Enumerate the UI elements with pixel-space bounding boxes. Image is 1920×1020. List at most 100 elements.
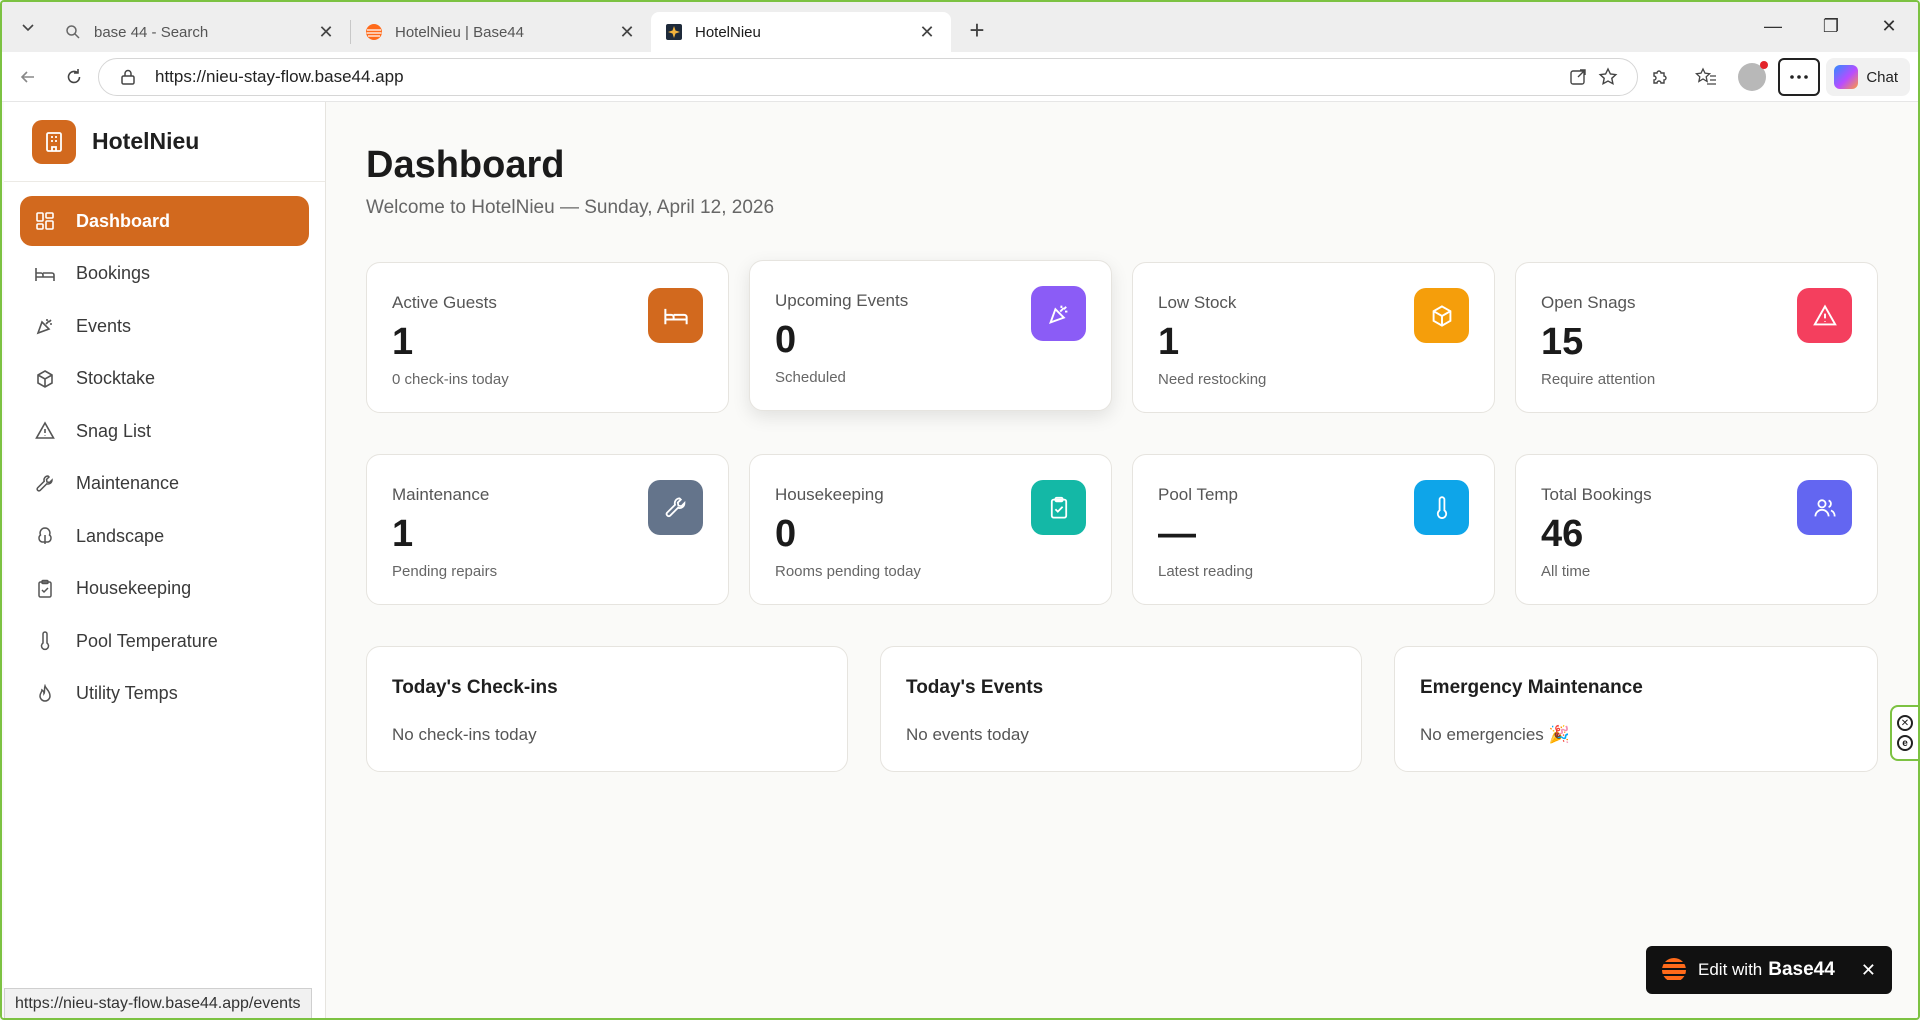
tab-close-button[interactable]: ✕ [917,22,937,42]
stat-note: 0 check-ins today [392,371,509,388]
sidebar: HotelNieu Dashboard Bookings Events Stoc… [4,102,326,1018]
stat-note: Rooms pending today [775,563,921,580]
bed-icon [34,263,56,285]
reload-button[interactable] [54,57,94,97]
dashboard-icon [34,210,56,232]
copilot-chat-button[interactable]: Chat [1826,58,1910,96]
address-bar[interactable]: https://nieu-stay-flow.base44.app [98,58,1638,96]
back-button[interactable] [8,57,48,97]
edit-with-base44-badge[interactable]: Edit with Base44 ✕ [1646,946,1892,994]
sidebar-item-landscape[interactable]: Landscape [20,511,309,561]
browser-window: base 44 - Search ✕ HotelNieu | Base44 ✕ … [0,0,1920,1020]
site-info-icon[interactable] [113,62,143,92]
stat-title: Maintenance [392,485,490,504]
restore-button[interactable]: ❐ [1802,2,1860,50]
tab-label: HotelNieu [695,23,761,41]
profile-button[interactable] [1732,58,1772,96]
stat-card-total-bookings[interactable]: Total Bookings 46 All time [1515,454,1878,605]
tab-list-dropdown[interactable] [6,6,50,48]
page-subtitle: Welcome to HotelNieu — Sunday, April 12,… [366,197,775,218]
close-circle-icon[interactable]: ✕ [1897,715,1913,731]
thermometer-icon [1414,480,1469,535]
panel-title: Emergency Maintenance [1420,677,1643,698]
sidebar-item-bookings[interactable]: Bookings [20,249,309,299]
favorites-button[interactable] [1686,58,1726,96]
sidebar-item-label: Stocktake [76,368,156,388]
sidebar-item-label: Dashboard [76,210,171,231]
sidebar-item-snag-list[interactable]: Snag List [20,406,309,456]
stat-value: 46 [1541,513,1584,555]
toolbar-right: Chat [1640,58,1910,96]
base44-logo-icon [1662,958,1686,982]
arrow-left-icon [20,70,34,83]
edge-icon[interactable]: e [1897,735,1913,751]
stat-value: 0 [775,513,797,555]
alert-triangle-icon [1797,288,1852,343]
stat-card-housekeeping[interactable]: Housekeeping 0 Rooms pending today [749,454,1112,605]
sidebar-item-label: Pool Temperature [76,630,218,651]
panel-title: Today's Events [906,677,1044,698]
sidebar-item-label: Landscape [76,525,165,546]
open-in-app-icon[interactable] [1563,62,1593,92]
edit-badge-text: Edit with [1698,960,1763,979]
tab-hotelnieu[interactable]: HotelNieu ✕ [651,12,951,52]
sidebar-item-label: Maintenance [76,473,180,493]
tab-label: HotelNieu | Base44 [395,23,524,41]
reload-icon [67,68,81,83]
puzzle-icon [1653,70,1667,84]
browser-toolbar: https://nieu-stay-flow.base44.app Chat [2,52,1918,102]
stat-note: Require attention [1541,371,1656,388]
sidebar-item-housekeeping[interactable]: Housekeeping [20,564,309,614]
bed-icon [648,288,703,343]
stat-note: Pending repairs [392,563,498,580]
close-window-button[interactable]: ✕ [1860,2,1918,50]
edit-badge-brand: Base44 [1768,959,1835,980]
stat-card-upcoming-events[interactable]: Upcoming Events 0 Scheduled [749,260,1112,411]
sidebar-item-events[interactable]: Events [20,301,309,351]
clipboard-check-icon [34,578,56,600]
new-tab-button[interactable]: + [959,12,995,48]
sidebar-item-dashboard[interactable]: Dashboard [20,196,309,246]
tab-close-button[interactable]: ✕ [316,22,336,42]
stat-card-pool-temp[interactable]: Pool Temp — Latest reading [1132,454,1495,605]
stat-card-low-stock[interactable]: Low Stock 1 Need restocking [1132,262,1495,413]
chat-label: Chat [1866,68,1898,86]
minimize-button[interactable]: — [1744,2,1802,50]
app-root: HotelNieu Dashboard Bookings Events Stoc… [2,102,1918,1018]
avatar [1738,61,1769,91]
favorite-star-icon[interactable] [1593,62,1623,92]
search-icon [64,23,82,41]
side-widget[interactable]: ✕ e [1890,705,1918,761]
stat-card-active-guests[interactable]: Active Guests 1 0 check-ins today [366,262,729,413]
edit-badge-close-button[interactable]: ✕ [1861,960,1876,981]
tab-base44[interactable]: HotelNieu | Base44 ✕ [351,12,651,52]
panel-empty-text: No events today [906,725,1029,744]
sidebar-item-pool-temperature[interactable]: Pool Temperature [20,616,309,666]
tab-strip: base 44 - Search ✕ HotelNieu | Base44 ✕ … [2,2,1918,52]
hotel-building-icon [32,119,76,164]
more-menu-button[interactable] [1778,58,1821,96]
users-icon [1797,480,1852,535]
sidebar-item-stocktake[interactable]: Stocktake [20,354,309,404]
tab-label: base 44 - Search [94,23,209,41]
tab-search[interactable]: base 44 - Search ✕ [50,12,350,52]
clipboard-check-icon [1031,480,1086,535]
sidebar-nav: Dashboard Bookings Events Stocktake Snag… [4,182,325,735]
extensions-button[interactable] [1640,58,1680,96]
tab-close-button[interactable]: ✕ [617,22,637,42]
flame-icon [34,683,56,705]
tree-icon [34,525,56,547]
party-popper-icon [1031,286,1086,341]
panel-empty-text: No emergencies 🎉 [1420,725,1570,744]
sidebar-item-label: Snag List [76,420,152,441]
stat-title: Total Bookings [1541,485,1652,504]
stat-value: 1 [1158,321,1180,363]
stat-card-maintenance[interactable]: Maintenance 1 Pending repairs [366,454,729,605]
url-text[interactable]: https://nieu-stay-flow.base44.app [155,67,1563,87]
sidebar-item-maintenance[interactable]: Maintenance [20,459,309,509]
base44-logo-icon [365,23,383,41]
stat-card-open-snags[interactable]: Open Snags 15 Require attention [1515,262,1878,413]
stat-value: 15 [1541,321,1584,363]
sidebar-item-utility-temps[interactable]: Utility Temps [20,669,309,719]
chevron-down-icon [22,24,34,32]
